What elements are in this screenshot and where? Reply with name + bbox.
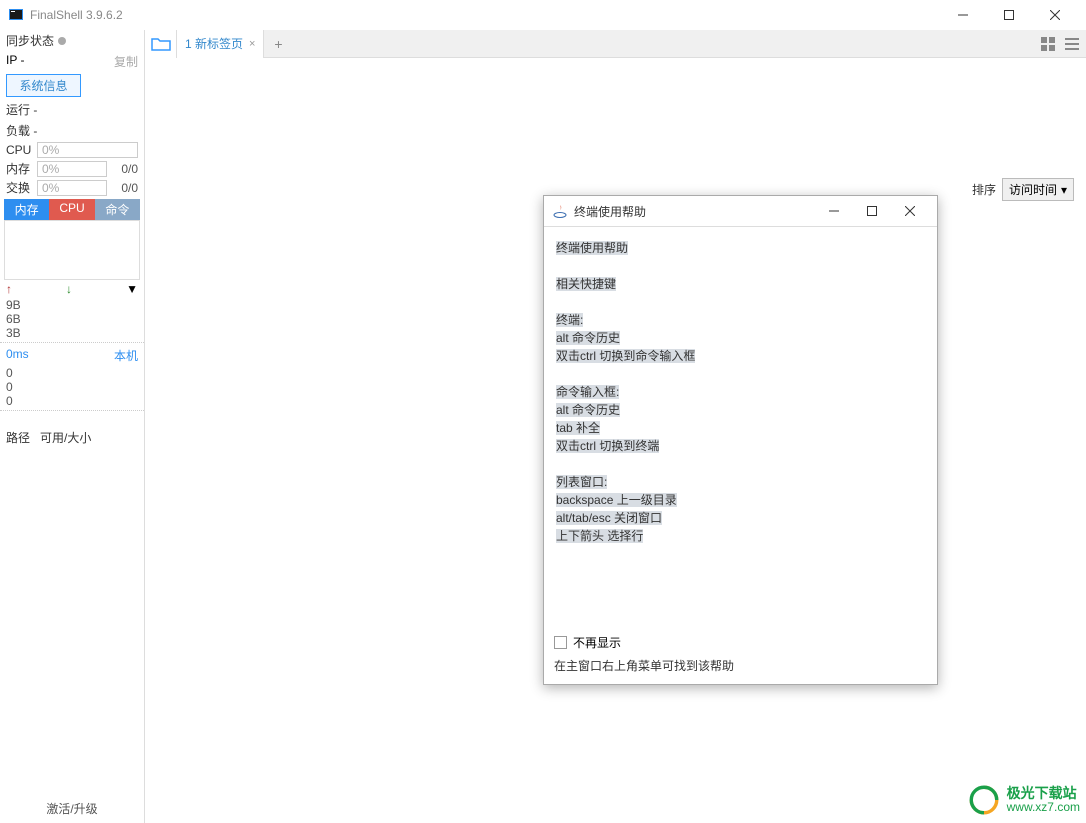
mem-bar: 0% (37, 161, 107, 177)
tab-add-button[interactable]: + (264, 30, 292, 58)
maximize-button[interactable] (986, 0, 1032, 30)
dialog-title: 终端使用帮助 (574, 203, 815, 220)
sort-select[interactable]: 访问时间 ▾ (1002, 178, 1074, 201)
dialog-maximize-button[interactable] (853, 199, 891, 223)
chart-area (4, 220, 140, 280)
run-status: 运行 - (0, 99, 144, 120)
dialog-minimize-button[interactable] (815, 199, 853, 223)
dont-show-checkbox[interactable] (554, 636, 567, 649)
dialog-note: 在主窗口右上角菜单可找到该帮助 (554, 657, 927, 674)
grid-view-icon[interactable] (1038, 34, 1058, 54)
dialog-close-button[interactable] (891, 199, 929, 223)
dialog-body: 终端使用帮助 相关快捷键 终端: alt 命令历史 双击ctrl 切换到命令输入… (544, 226, 937, 628)
tab-cmd[interactable]: 命令 (95, 199, 140, 220)
zero-values: 0 0 0 (0, 366, 144, 408)
path-label: 路径 (6, 429, 30, 446)
activate-link[interactable]: 激活/升级 (0, 794, 144, 823)
watermark-text: 极光下载站 (1007, 786, 1080, 800)
cpu-bar: 0% (37, 142, 138, 158)
sync-status: 同步状态 (0, 30, 144, 51)
local-label: 本机 (114, 347, 138, 364)
system-info-button[interactable]: 系统信息 (6, 74, 81, 97)
watermark: 极光下载站 www.xz7.com (967, 783, 1080, 817)
java-icon (552, 203, 568, 219)
mem-label: 内存 (6, 160, 34, 177)
list-view-icon[interactable] (1062, 34, 1082, 54)
tab-close-icon[interactable]: × (249, 38, 255, 50)
mem-num: 0/0 (110, 162, 138, 176)
tab-cpu[interactable]: CPU (49, 199, 94, 220)
watermark-logo-icon (967, 783, 1001, 817)
up-arrow-icon: ↑ (6, 282, 12, 296)
minimize-button[interactable] (940, 0, 986, 30)
sort-label: 排序 (972, 181, 996, 198)
close-button[interactable] (1032, 0, 1078, 30)
app-icon (8, 7, 24, 23)
size-label: 可用/大小 (40, 429, 91, 446)
folder-icon[interactable] (145, 30, 177, 58)
swap-label: 交换 (6, 179, 34, 196)
tab-item[interactable]: 1 新标签页 × (177, 30, 264, 58)
tab-label: 1 新标签页 (185, 35, 243, 52)
swap-bar: 0% (37, 180, 107, 196)
window-title: FinalShell 3.9.6.2 (30, 8, 940, 22)
down-arrow-icon: ↓ (66, 282, 72, 296)
ip-label: IP - (6, 53, 24, 70)
tab-mem[interactable]: 内存 (4, 199, 49, 220)
status-dot-icon (58, 37, 66, 45)
net-scale: 9B 6B 3B (0, 298, 144, 340)
swap-num: 0/0 (110, 181, 138, 195)
copy-button[interactable]: 复制 (114, 53, 138, 70)
latency: 0ms (6, 347, 29, 364)
load-status: 负载 - (0, 120, 144, 141)
watermark-url: www.xz7.com (1007, 800, 1080, 814)
dont-show-label: 不再显示 (573, 634, 621, 651)
help-dialog: 终端使用帮助 终端使用帮助 相关快捷键 终端: alt 命令历史 双击ctrl … (543, 195, 938, 685)
dropdown-icon[interactable]: ▼ (126, 282, 138, 296)
cpu-label: CPU (6, 143, 34, 157)
chevron-down-icon: ▾ (1061, 183, 1067, 197)
